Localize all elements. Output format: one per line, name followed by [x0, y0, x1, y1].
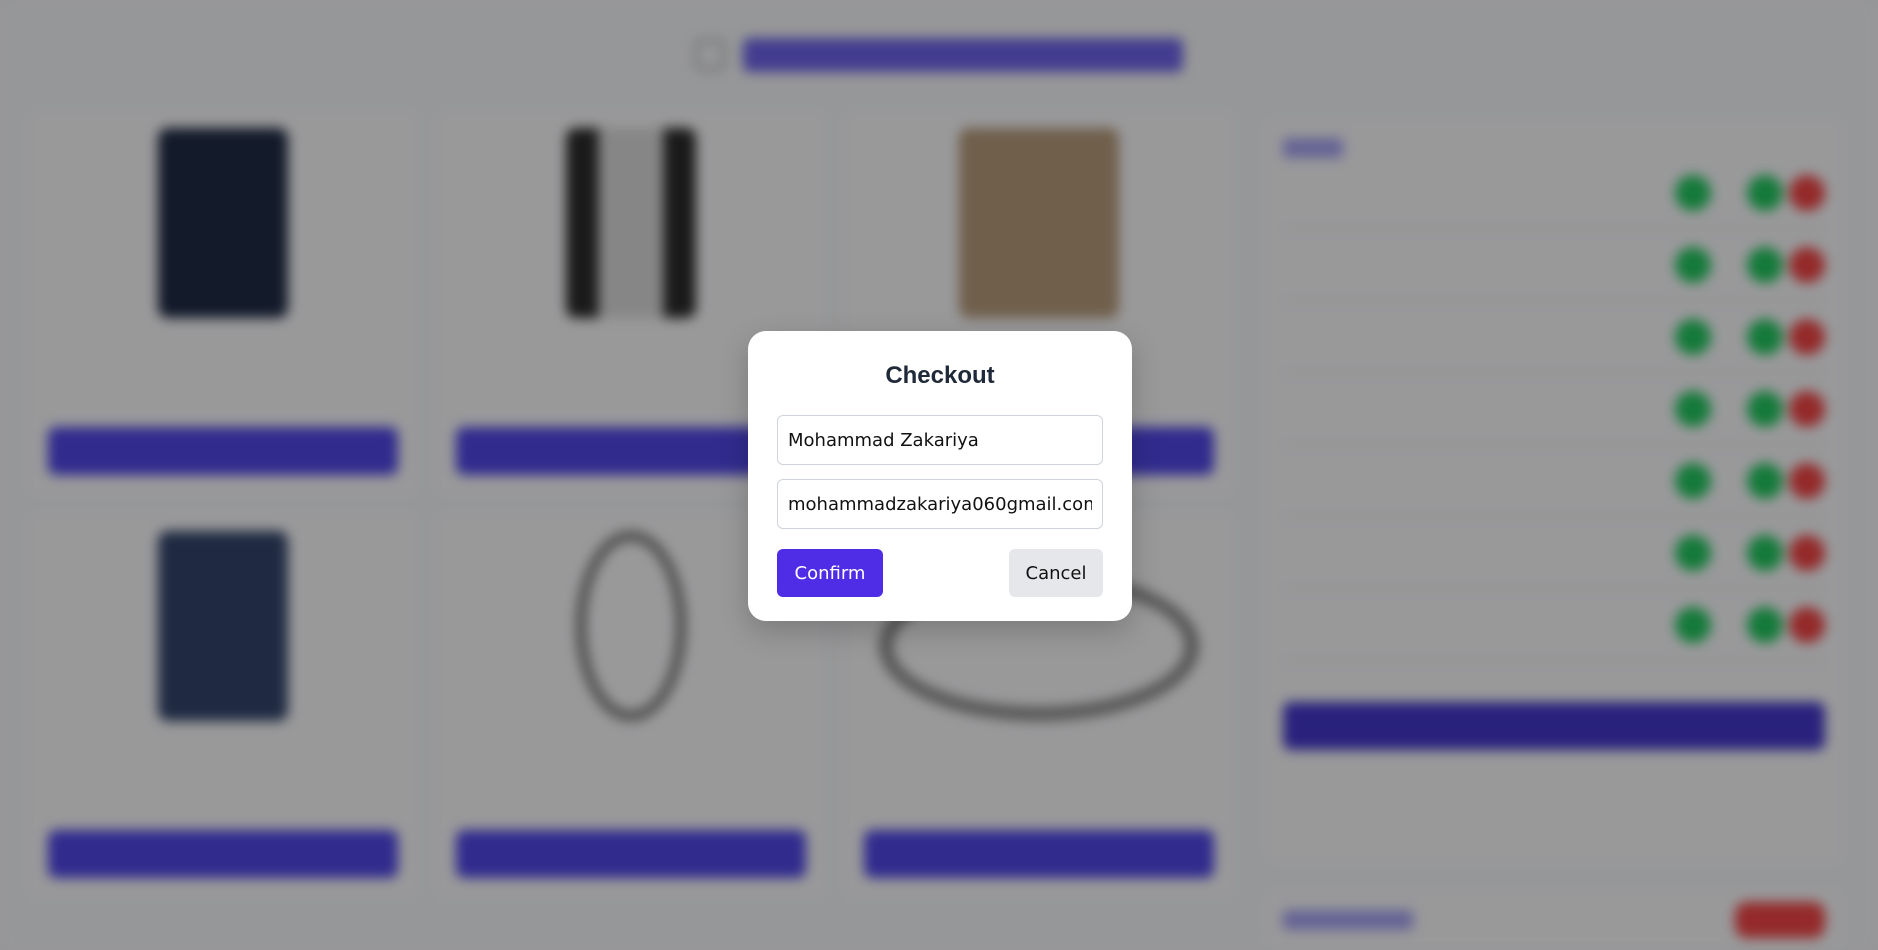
confirm-button[interactable]: Confirm: [777, 549, 883, 597]
modal-title: Checkout: [885, 362, 995, 389]
cancel-button[interactable]: Cancel: [1009, 549, 1103, 597]
checkout-modal: Checkout Confirm Cancel: [748, 331, 1132, 621]
modal-actions: Confirm Cancel: [777, 549, 1103, 597]
email-input[interactable]: [777, 479, 1103, 529]
name-input[interactable]: [777, 415, 1103, 465]
